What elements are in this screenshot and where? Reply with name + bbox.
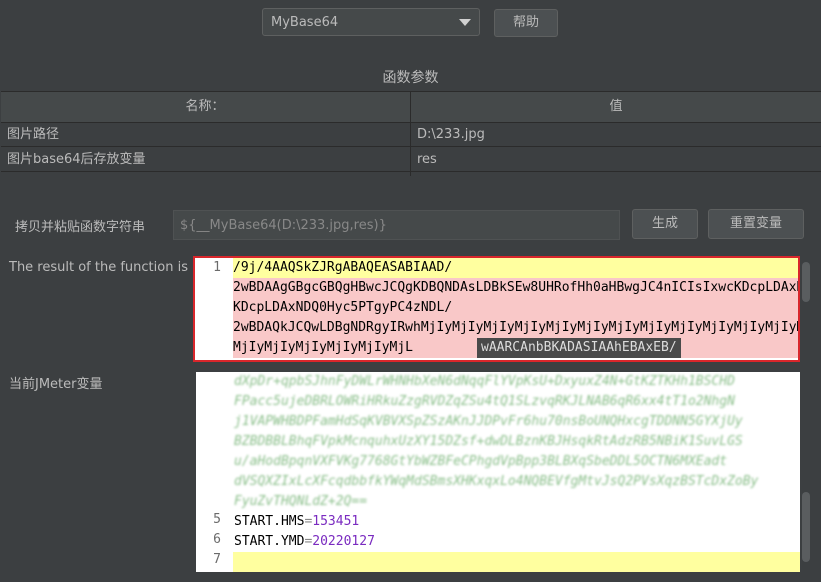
code-line: 2wBDAAgGBgcGBQgHBwcJCQgKDBQNDAsLDBkSEw8U… <box>233 280 798 295</box>
help-button[interactable]: 帮助 <box>494 9 558 37</box>
table-row[interactable]: 图片路径 D:\233.jpg <box>1 123 821 147</box>
result-label: The result of the function is <box>9 260 188 275</box>
function-select[interactable]: MyBase64 <box>262 8 480 36</box>
line-number: 1 <box>213 260 221 275</box>
generate-button[interactable]: 生成 <box>632 209 698 239</box>
function-select-value: MyBase64 <box>271 15 339 30</box>
line-number: 7 <box>213 552 221 567</box>
column-header-name[interactable]: 名称： <box>1 92 409 122</box>
param-value[interactable]: D:\233.jpg <box>417 123 485 146</box>
selected-code-segment: wAARCAnbBKADASIAAhEBAxEB/ <box>477 338 681 358</box>
function-string-text: ${__MyBase64(D:\233.jpg,res)} <box>180 218 387 233</box>
line-number: 6 <box>213 532 221 547</box>
param-value[interactable]: res <box>417 148 437 171</box>
variable-key: START.YMD <box>234 534 305 549</box>
function-string-field[interactable]: ${__MyBase64(D:\233.jpg,res)} <box>173 210 620 240</box>
result-scrollbar[interactable] <box>800 258 812 362</box>
blurred-value-line: u/aHodBpqnVXFVKg7768GtYbWZBFeCPhgdVpBpp3… <box>234 454 728 469</box>
variables-scrollbar[interactable] <box>800 372 812 572</box>
variable-key: START.HMS <box>234 514 305 529</box>
column-header-value[interactable]: 值 <box>411 92 821 122</box>
current-line-highlight <box>233 552 800 572</box>
variable-entry: START.YMD=20220127 <box>234 532 375 552</box>
blurred-value-line: dVSQXZIxLcXFcqdbbfkYWqMdSBmsXHKxqxLo4NQB… <box>234 474 759 489</box>
code-line: MjIyMjIyMjIyMjIyMjIyMjL <box>233 340 414 355</box>
blurred-value-line: FyuZvTHQNLdZ+2Q== <box>234 494 368 509</box>
param-name: 图片base64后存放变量 <box>7 152 146 167</box>
result-editor[interactable]: 1 /9j/4AAQSkZJRgABAQEASABIAAD/ 2wBDAAgGB… <box>193 256 800 362</box>
chevron-down-icon <box>459 19 471 26</box>
code-line: /9j/4AAQSkZJRgABAQEASABIAAD/ <box>233 260 453 275</box>
blurred-value-line: FPacc5ujeDBRLOWRiHRkuZzgRVDZqZSu4tQ1SLzv… <box>234 394 735 409</box>
reset-variables-button[interactable]: 重置变量 <box>708 209 804 239</box>
blurred-value-line: dXpDr+qpbSJhnFyDWLrWHNHbXeN6dNqqFlYVpKsU… <box>234 374 735 389</box>
blurred-value-line: BZBDBBLBhqFVpkMcnquhxUzXY15DZsf+dwDLBznK… <box>234 434 743 449</box>
code-line: 2wBDAQkJCQwLDBgNDRgyIRwhMjIyMjIyMjIyMjIy… <box>233 320 798 335</box>
variable-entry: START.HMS=153451 <box>234 512 359 532</box>
jmeter-variables-label: 当前JMeter变量 <box>9 377 103 392</box>
blurred-value-line: j1VAPWHBDPFamHdSqKVBVXSpZSzAKnJJDPvFr6hu… <box>234 414 743 429</box>
table-row[interactable]: 图片base64后存放变量 res <box>1 148 821 172</box>
line-number-gutter: 5 6 7 <box>196 372 233 572</box>
variable-value: 153451 <box>312 514 360 529</box>
param-name: 图片路径 <box>7 127 60 142</box>
line-number-gutter: 1 <box>195 258 233 360</box>
jmeter-variables-editor[interactable]: 5 6 7 dXpDr+qpbSJhnFyDWLrWHNHbXeN6dNqqFl… <box>196 372 800 572</box>
params-section-title: 函数参数 <box>382 70 439 86</box>
params-table-header: 名称： 值 <box>1 91 821 123</box>
line-number: 5 <box>213 512 221 527</box>
copy-paste-label: 拷贝并粘贴函数字符串 <box>15 220 146 235</box>
variable-value: 20220127 <box>312 534 375 549</box>
code-line: KDcpLDAxNDQ0Hyc5PTgyPC4zNDL/ <box>233 300 453 315</box>
